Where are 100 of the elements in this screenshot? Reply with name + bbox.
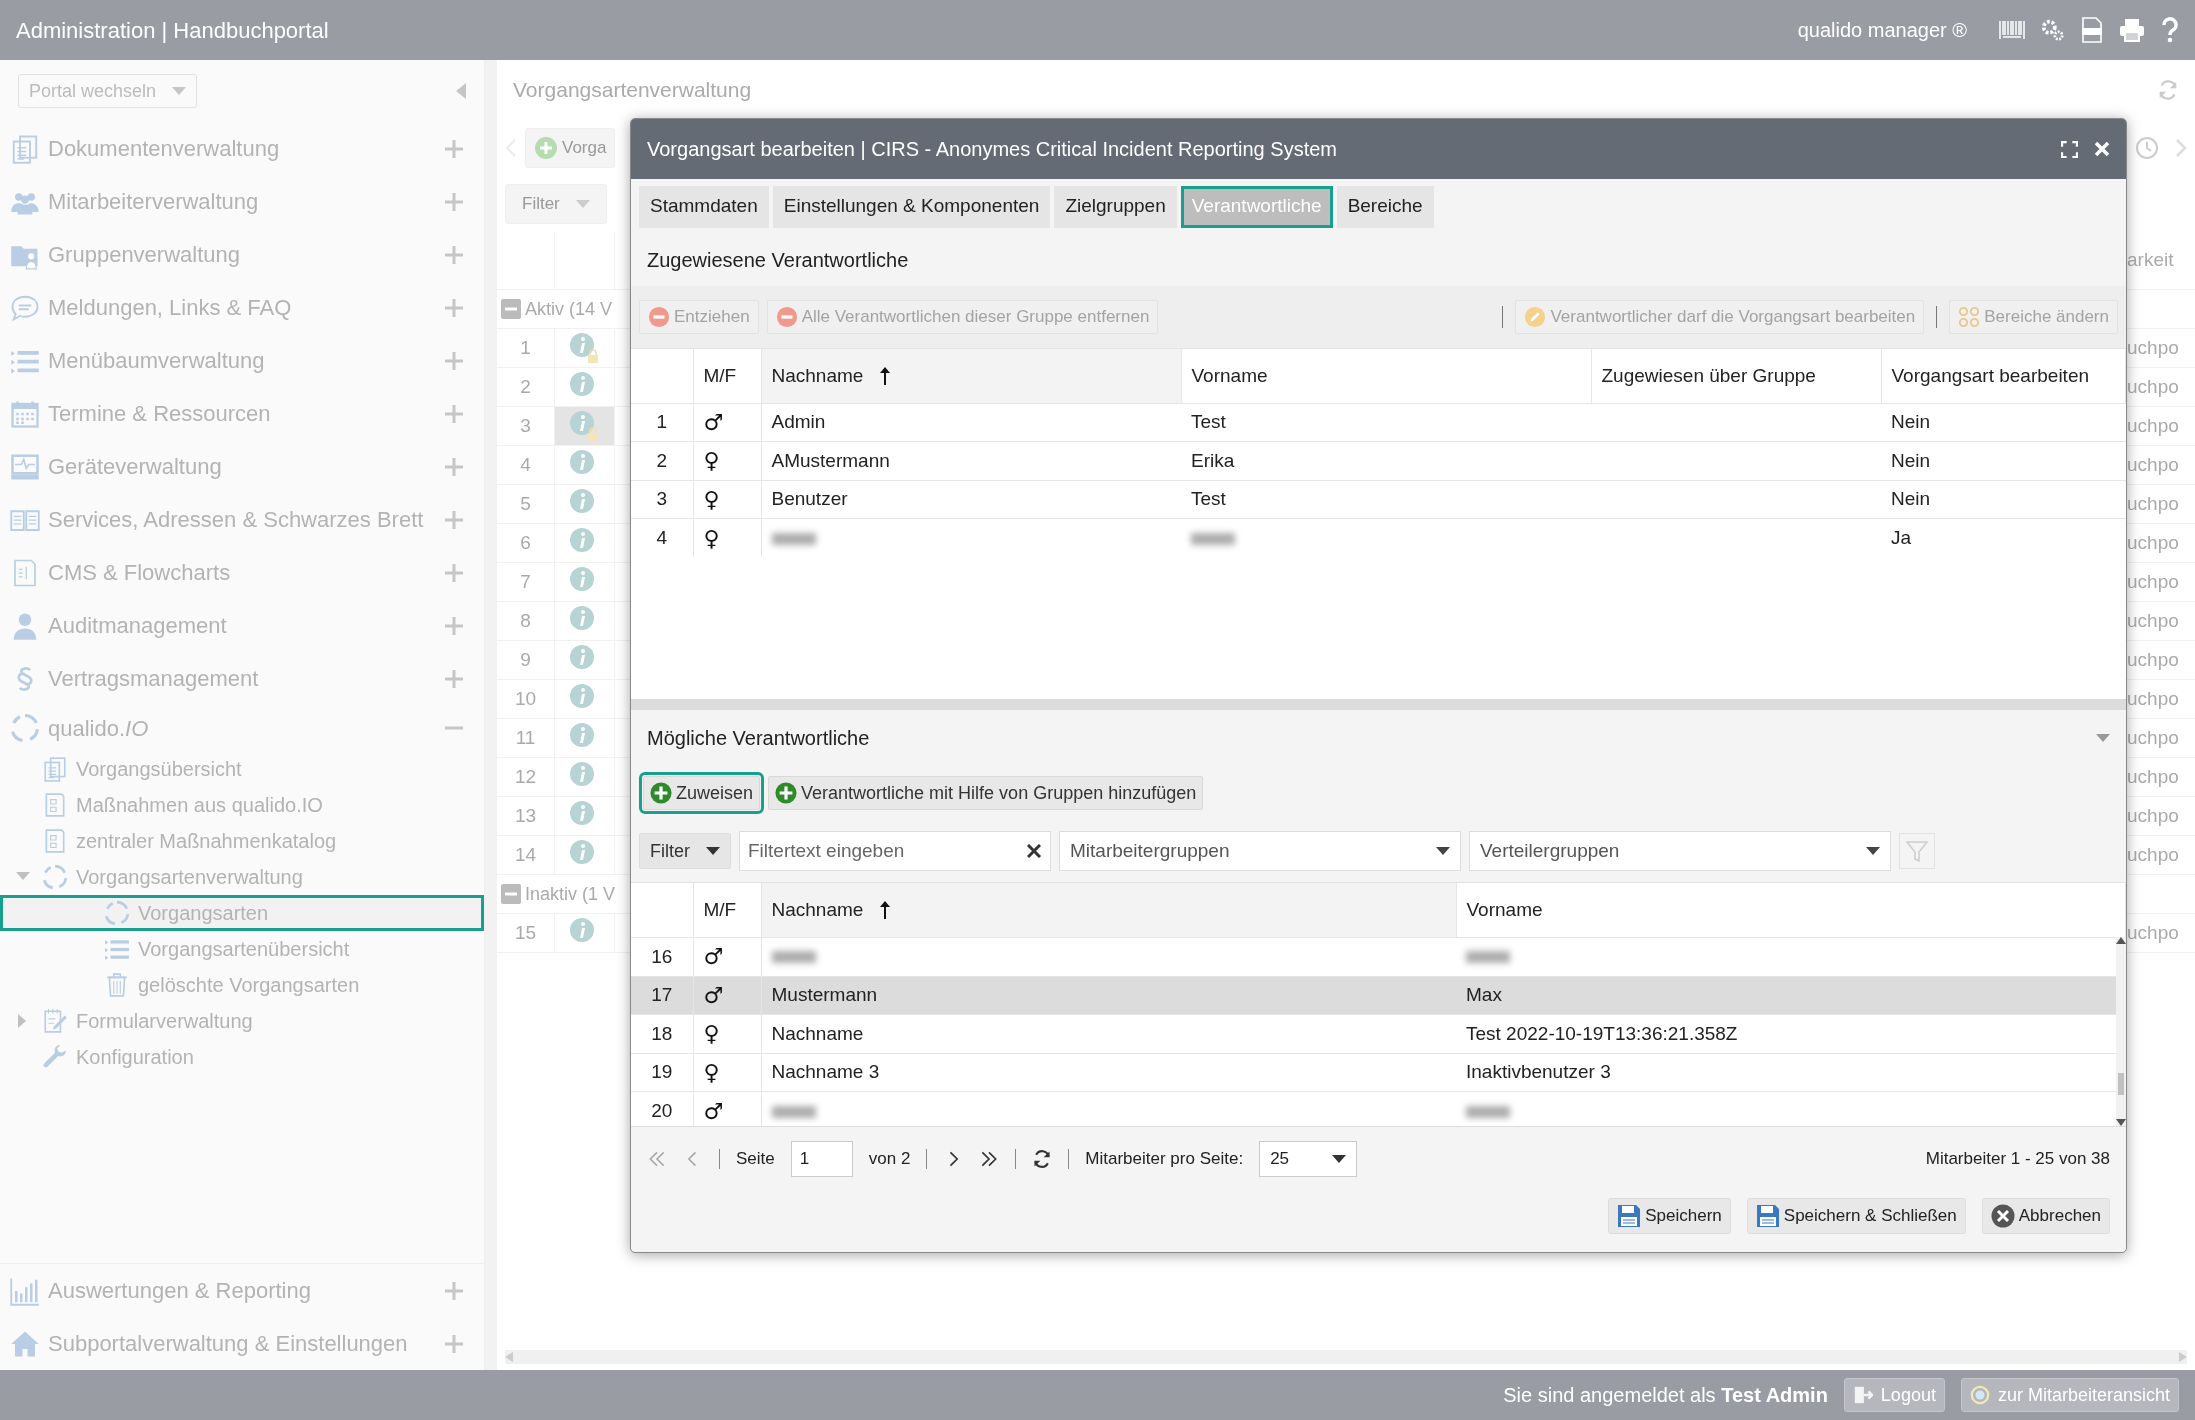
chevron-right-icon[interactable] <box>2175 137 2187 158</box>
tree-item[interactable]: zentraler Maßnahmenkatalog <box>0 823 484 859</box>
sidebar-item[interactable]: Auditmanagement <box>0 599 484 652</box>
help-icon[interactable] <box>2161 17 2179 43</box>
scroll-up-icon[interactable] <box>2116 937 2126 944</box>
column-header[interactable]: M/F <box>703 361 737 390</box>
column-header[interactable]: arkeit <box>2127 246 2174 275</box>
sidebar-item[interactable]: CMS & Flowcharts <box>0 546 484 599</box>
table-row[interactable]: 16 ♂ <box>631 937 2116 976</box>
plus-icon[interactable] <box>444 562 464 583</box>
logout-button[interactable]: Logout <box>1843 1378 1945 1412</box>
sidebar-item[interactable]: Dokumentenverwaltung <box>0 122 484 175</box>
horizontal-scrollbar[interactable] <box>505 1350 2187 1364</box>
funnel-icon[interactable] <box>1899 833 1935 869</box>
tree-item[interactable]: Konfiguration <box>0 1039 484 1075</box>
tab[interactable]: Verantwortliche <box>1180 185 1333 228</box>
tree-item[interactable]: Maßnahmen aus qualido.IO <box>0 787 484 823</box>
maximize-icon[interactable] <box>2061 140 2078 158</box>
sidebar-item[interactable]: Vertragsmanagement <box>0 652 484 705</box>
gender-symbol: ♀ <box>703 525 720 551</box>
plus-icon[interactable] <box>444 1280 464 1301</box>
table-row[interactable]: 20 ♂ <box>631 1091 2116 1126</box>
table-row[interactable]: 18 ♀ Nachname Test 2022-10-19T13:36:21.358Z <box>631 1014 2116 1053</box>
portal-select[interactable]: Portal wechseln <box>18 74 198 108</box>
plus-icon[interactable] <box>444 191 464 212</box>
column-header[interactable]: Zugewiesen über Gruppe <box>1601 361 1816 390</box>
sidebar-item[interactable]: Services, Adressen & Schwarzes Brett <box>0 493 484 546</box>
scroll-left-icon[interactable] <box>505 1352 513 1362</box>
group-select[interactable]: Mitarbeitergruppen <box>1059 831 1461 871</box>
plus-icon[interactable] <box>444 668 464 689</box>
page-size-select[interactable]: 25 <box>1259 1140 1358 1177</box>
close-icon[interactable] <box>2094 141 2110 157</box>
vertical-scrollbar[interactable] <box>2116 937 2126 1126</box>
spreadsheet-file-icon[interactable] <box>2081 17 2103 43</box>
new-button[interactable]: Vorga <box>525 127 616 168</box>
barcode-icon[interactable] <box>1999 20 2025 40</box>
clear-icon[interactable] <box>1027 844 1041 858</box>
column-header[interactable]: M/F <box>703 895 737 925</box>
tab[interactable]: Zielgruppen <box>1054 185 1177 228</box>
sidebar-item[interactable]: Termine & Ressourcen <box>0 387 484 440</box>
row-number: 14 <box>514 842 537 867</box>
scroll-right-icon[interactable] <box>2179 1352 2187 1362</box>
save-button[interactable]: Speichern <box>1608 1198 1731 1234</box>
distribution-select[interactable]: Verteilergruppen <box>1469 831 1891 871</box>
sidebar-item[interactable]: Gruppenverwaltung <box>0 228 484 281</box>
tree-item[interactable]: gelöschte Vorgangsarten <box>0 967 484 1003</box>
add-button[interactable]: Verantwortliche mit Hilfe von Gruppen hinzufügen <box>768 776 1204 810</box>
column-header[interactable]: Vorname <box>1191 361 1268 390</box>
sidebar-item[interactable]: Menübaumverwaltung <box>0 334 484 387</box>
history-icon[interactable] <box>2135 135 2159 160</box>
table-row[interactable]: 17 ♂ Mustermann Max <box>631 976 2116 1015</box>
sidebar-item[interactable]: qualido.IO <box>0 705 484 751</box>
tab[interactable]: Bereiche <box>1336 185 1434 228</box>
splitter-bar[interactable] <box>631 699 2126 710</box>
scroll-down-icon[interactable] <box>2116 1119 2126 1126</box>
filter-button[interactable]: Filter <box>505 183 607 224</box>
tree-item[interactable]: Vorgangsartenverwaltung <box>0 859 484 895</box>
column-header[interactable]: Nachname <box>771 361 892 390</box>
plus-icon[interactable] <box>444 350 464 371</box>
plus-icon[interactable] <box>444 403 464 424</box>
collapse-box-icon[interactable] <box>501 299 521 319</box>
plus-icon[interactable] <box>444 297 464 318</box>
plus-icon[interactable] <box>444 456 464 477</box>
plus-icon[interactable] <box>444 1333 464 1354</box>
collapse-box-icon[interactable] <box>501 884 521 904</box>
column-header[interactable]: Nachname <box>771 895 892 925</box>
table-row[interactable]: 19 ♀ Nachname 3 Inaktivbenutzer 3 <box>631 1053 2116 1092</box>
caret-down-icon[interactable] <box>16 872 30 882</box>
minus-circle-icon <box>648 306 670 328</box>
tree-item[interactable]: Formularverwaltung <box>0 1003 484 1039</box>
page-input[interactable]: 1 <box>790 1140 853 1177</box>
sidebar-item[interactable]: Meldungen, Links & FAQ <box>0 281 484 334</box>
scrollbar-thumb[interactable] <box>2118 1073 2124 1095</box>
caret-right-icon[interactable] <box>18 1014 28 1028</box>
sidebar-item[interactable]: Mitarbeiterverwaltung <box>0 175 484 228</box>
cancel-button[interactable]: Abbrechen <box>1981 1198 2110 1234</box>
filter-input[interactable]: Filtertext eingeben <box>739 831 1051 871</box>
refresh-icon[interactable] <box>1032 1148 1053 1169</box>
plus-icon[interactable] <box>444 138 464 159</box>
tree-item[interactable]: Vorgangsübersicht <box>0 751 484 787</box>
sidebar-item[interactable]: Auswertungen & Reporting <box>0 1264 484 1317</box>
column-header[interactable]: Vorgangsart bearbeiten <box>1891 361 2090 390</box>
plus-icon[interactable] <box>444 615 464 636</box>
collapse-icon[interactable] <box>456 83 466 99</box>
row-number: 1 <box>656 411 668 432</box>
gears-icon[interactable] <box>2041 18 2065 42</box>
filter-button[interactable]: Filter <box>639 833 731 869</box>
plus-icon[interactable] <box>444 244 464 265</box>
printer-icon[interactable] <box>2119 18 2145 42</box>
plus-icon[interactable] <box>444 509 464 530</box>
caret-down-icon[interactable] <box>2096 734 2110 742</box>
column-header[interactable]: Vorname <box>1466 895 1543 925</box>
tab[interactable]: Stammdaten <box>639 185 769 228</box>
view-switch-button[interactable]: zur Mitarbeiteransicht <box>1960 1378 2179 1412</box>
sidebar-item[interactable]: Geräteverwaltung <box>0 440 484 493</box>
tab[interactable]: Einstellungen & Komponenten <box>772 185 1051 228</box>
save-button[interactable]: Speichern & Schließen <box>1746 1198 1966 1234</box>
tree-item[interactable]: Vorgangsartenübersicht <box>0 931 484 967</box>
sidebar-item[interactable]: Subportalverwaltung & Einstellungen <box>0 1317 484 1370</box>
tree-item[interactable]: Vorgangsarten <box>0 895 484 931</box>
